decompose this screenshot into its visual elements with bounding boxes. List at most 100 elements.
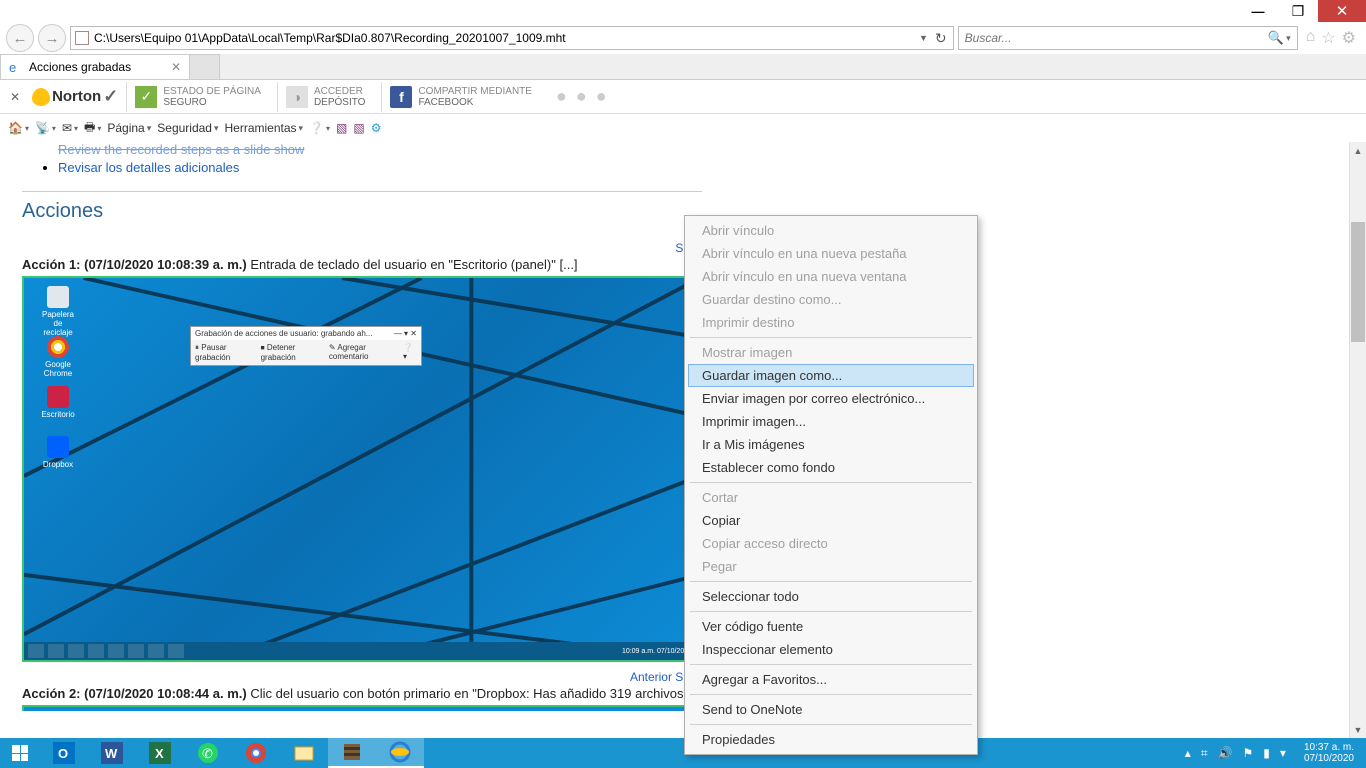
refresh-button[interactable]: ↻ (933, 30, 949, 47)
ctx-open-link-tab: Abrir vínculo en una nueva pestaña (688, 242, 974, 265)
address-bar-row: ← → ▼ ↻ 🔍 ▾ ⌂ ☆ ⚙ (0, 22, 1366, 54)
ie-icon: e (9, 60, 23, 74)
psr-window: Grabación de acciones de usuario: graban… (190, 326, 422, 366)
context-menu: Abrir vínculo Abrir vínculo en una nueva… (684, 215, 978, 755)
search-dropdown[interactable]: ▾ (1286, 33, 1291, 44)
document-viewport: Review the recorded steps as a slide sho… (0, 142, 1349, 738)
norton-shield-icon (32, 88, 50, 106)
search-input[interactable] (965, 31, 1268, 45)
share-item[interactable]: f COMPARTIR MEDIANTEFACEBOOK (381, 82, 540, 112)
ctx-print-image[interactable]: Imprimir imagen... (688, 410, 974, 433)
svg-text:✆: ✆ (202, 746, 213, 761)
search-box[interactable]: 🔍 ▾ (958, 26, 1298, 50)
step-1-line: Acción 1: (07/10/2020 10:08:39 a. m.) En… (22, 257, 1327, 272)
ctx-inspect[interactable]: Inspeccionar elemento (688, 638, 974, 661)
ctx-send-onenote[interactable]: Send to OneNote (688, 698, 974, 721)
ctx-goto-images[interactable]: Ir a Mis imágenes (688, 433, 974, 456)
svg-text:O: O (58, 746, 68, 761)
tab-close-icon[interactable]: ✕ (171, 60, 181, 74)
print-menu[interactable]: 🖶 ▾ (84, 118, 101, 139)
ctx-set-bg[interactable]: Establecer como fondo (688, 456, 974, 479)
link-review-details[interactable]: Revisar los detalles adicionales (58, 160, 239, 175)
toolbar-close-icon[interactable]: ✕ (6, 90, 24, 104)
taskbar-winrar[interactable] (328, 738, 376, 768)
forward-button[interactable]: → (38, 24, 66, 52)
desktop-dropbox: Dropbox (38, 436, 78, 469)
taskbar-chrome[interactable] (232, 738, 280, 768)
vault-item[interactable]: ◑ ACCEDERDEPÓSITO (277, 82, 374, 112)
ctx-save-image[interactable]: Guardar imagen como... (688, 364, 974, 387)
ctx-open-link: Abrir vínculo (688, 219, 974, 242)
url-input[interactable] (94, 31, 914, 45)
feeds-menu[interactable]: 📡 ▾ (35, 121, 56, 135)
desktop-desktop: Escritorio (38, 386, 78, 419)
start-button[interactable] (0, 738, 40, 768)
vertical-scrollbar[interactable]: ▲ ▼ (1349, 142, 1366, 738)
ctx-properties[interactable]: Propiedades (688, 728, 974, 751)
ctx-open-link-win: Abrir vínculo en una nueva ventana (688, 265, 974, 288)
facebook-icon: f (390, 86, 412, 108)
window-titlebar: ❐ ✕ (0, 0, 1366, 22)
tab-strip: e Acciones grabadas ✕ (0, 54, 1366, 80)
taskbar-whatsapp[interactable]: ✆ (184, 738, 232, 768)
onenote-linked-icon[interactable]: ▧ (336, 121, 347, 135)
svg-text:W: W (105, 746, 118, 761)
link-slideshow-cut: Review the recorded steps as a slide sho… (58, 142, 1327, 157)
mail-menu[interactable]: ✉ ▾ (62, 121, 78, 135)
help-menu[interactable]: ❔ ▾ (309, 121, 330, 135)
ctx-email-image[interactable]: Enviar imagen por correo electrónico... (688, 387, 974, 410)
desktop-chrome: Google Chrome (38, 336, 78, 378)
page-menu[interactable]: Página (107, 121, 151, 135)
address-bar[interactable]: ▼ ↻ (70, 26, 954, 50)
nav-next-link[interactable]: Sigui (22, 241, 702, 255)
ctx-select-all[interactable]: Seleccionar todo (688, 585, 974, 608)
ctx-add-favorites[interactable]: Agregar a Favoritos... (688, 668, 974, 691)
screenshot-step-2-top (22, 705, 700, 711)
tray-volume-icon[interactable]: 🔊 (1218, 746, 1233, 760)
scroll-thumb[interactable] (1351, 222, 1365, 342)
screenshot-step-1[interactable]: Papelera de reciclaje Google Chrome Escr… (22, 276, 700, 662)
norton-toolbar: ✕ Norton ✓ ✓ ESTADO DE PÁGINASEGURO ◑ AC… (0, 80, 1366, 114)
scroll-down-icon[interactable]: ▼ (1350, 721, 1366, 738)
taskbar-ie[interactable] (376, 738, 424, 768)
command-bar: 🏠 ▾ 📡 ▾ ✉ ▾ 🖶 ▾ Página Seguridad Herrami… (0, 114, 1366, 142)
maximize-button[interactable]: ❐ (1278, 0, 1318, 22)
tools-menu[interactable]: Herramientas (225, 121, 304, 135)
system-tray: ▴ ⌗ 🔊 ⚑ ▮ ▾ 10:37 a. m. 07/10/2020 (1185, 742, 1366, 764)
norton-logo[interactable]: Norton ✓ (32, 86, 118, 107)
url-dropdown[interactable]: ▼ (919, 33, 928, 43)
taskbar-explorer[interactable] (280, 738, 328, 768)
tray-flag-icon[interactable]: ⚑ (1243, 746, 1254, 760)
taskbar-word[interactable]: W (88, 738, 136, 768)
tray-clock[interactable]: 10:37 a. m. 07/10/2020 (1296, 742, 1362, 764)
security-menu[interactable]: Seguridad (157, 121, 218, 135)
frame-icons: ⌂ ☆ ⚙ (1302, 28, 1360, 48)
ctx-view-source[interactable]: Ver código fuente (688, 615, 974, 638)
new-tab-button[interactable] (190, 54, 220, 79)
tray-chevron-icon[interactable]: ▴ (1185, 746, 1191, 760)
taskbar-excel[interactable]: X (136, 738, 184, 768)
close-button[interactable]: ✕ (1318, 0, 1366, 22)
scroll-up-icon[interactable]: ▲ (1350, 142, 1366, 159)
page-icon (75, 31, 89, 45)
back-button[interactable]: ← (6, 24, 34, 52)
home-icon[interactable]: ⌂ (1306, 28, 1316, 48)
onenote-icon[interactable]: ▧ (353, 121, 364, 135)
favorites-icon[interactable]: ☆ (1321, 28, 1335, 48)
tray-network-icon[interactable]: ▾ (1280, 746, 1286, 760)
tray-battery-icon[interactable]: ▮ (1263, 746, 1270, 760)
ctx-copy[interactable]: Copiar (688, 509, 974, 532)
svg-text:X: X (155, 746, 164, 761)
home-menu[interactable]: 🏠 ▾ (8, 121, 29, 135)
minimize-button[interactable] (1238, 0, 1278, 22)
more-icon[interactable]: ● ● ● (548, 86, 609, 107)
settings-gear-icon[interactable]: ⚙ (371, 121, 382, 135)
tray-dropbox-icon[interactable]: ⌗ (1201, 746, 1208, 761)
page-status-item[interactable]: ✓ ESTADO DE PÁGINASEGURO (126, 82, 269, 112)
search-icon[interactable]: 🔍 (1268, 30, 1284, 46)
taskbar-outlook[interactable]: O (40, 738, 88, 768)
tools-gear-icon[interactable]: ⚙ (1342, 28, 1356, 48)
tab-active[interactable]: e Acciones grabadas ✕ (0, 54, 190, 79)
embedded-taskbar: 10:09 a.m. 07/10/2020 (24, 642, 698, 660)
nav-prev-next-link[interactable]: Anterior Sigui (22, 670, 702, 684)
